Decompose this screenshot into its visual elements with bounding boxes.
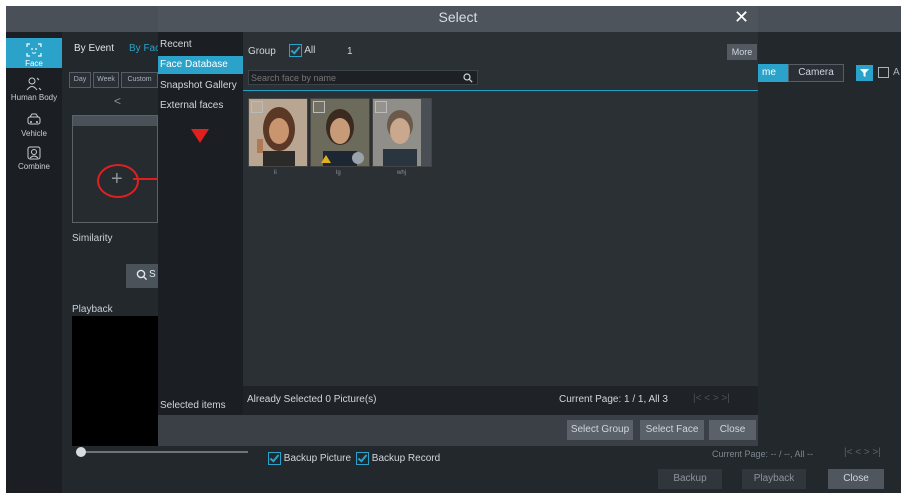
face-database-content: Group All 1 More Search face by name li …	[243, 32, 758, 386]
face-checkbox[interactable]	[251, 101, 263, 113]
group-label: Group	[248, 46, 276, 57]
group-count: 1	[347, 46, 353, 57]
pagination-icons[interactable]: |< < > >|	[693, 393, 730, 404]
selection-status-bar: Already Selected 0 Picture(s) Current Pa…	[243, 386, 758, 415]
backup-picture-label: Backup Picture	[283, 453, 352, 465]
timeline-slider[interactable]	[76, 451, 248, 453]
bottom-page-status: Current Page: -- / --, All --	[712, 449, 814, 459]
face-search-box[interactable]	[248, 70, 478, 85]
search-icon[interactable]	[463, 73, 473, 83]
group-all-label: All	[304, 45, 316, 57]
nav-label: Human Body	[10, 93, 58, 102]
tab-by-face[interactable]: By Fac	[129, 43, 160, 54]
app-window: Face Human Body Vehicle Combine By Event…	[6, 6, 901, 493]
backup-record-checkbox[interactable]	[356, 452, 369, 465]
source-item-face-database[interactable]: Face Database	[158, 56, 243, 74]
close-button[interactable]: Close	[828, 469, 884, 489]
face-search-input[interactable]	[251, 71, 456, 84]
source-item-recent[interactable]: Recent	[158, 36, 243, 54]
select-face-button[interactable]: Select Face	[640, 420, 704, 440]
face-icon	[26, 43, 42, 57]
range-day-button[interactable]: Day	[69, 72, 91, 88]
playback-label: Playback	[72, 304, 113, 315]
dialog-close-icon[interactable]: ✕	[734, 6, 749, 28]
nav-item-vehicle[interactable]: Vehicle	[6, 112, 62, 142]
divider	[243, 90, 758, 91]
add-icon[interactable]: +	[111, 168, 123, 191]
dialog-title: Select	[438, 9, 478, 25]
face-name: whj	[397, 170, 407, 176]
bottom-pagination-icons[interactable]: |< < > >|	[844, 447, 881, 458]
nav-item-face[interactable]: Face	[6, 38, 62, 68]
backup-record-label: Backup Record	[371, 453, 441, 465]
dialog-title-bar: Select	[158, 6, 758, 32]
face-card[interactable]	[372, 98, 432, 167]
range-custom-button[interactable]: Custom	[121, 72, 158, 88]
search-button[interactable]: S	[126, 264, 158, 288]
source-item-snapshot-gallery[interactable]: Snapshot Gallery	[158, 77, 243, 95]
face-checkbox[interactable]	[375, 101, 387, 113]
playback-button[interactable]: Playback	[742, 469, 806, 489]
source-item-external-faces[interactable]: External faces	[158, 97, 243, 115]
already-selected-text: Already Selected 0 Picture(s)	[247, 394, 377, 405]
previous-arrow-icon[interactable]: <	[114, 94, 121, 108]
selected-items-label: Selected items	[160, 400, 226, 411]
backup-button[interactable]: Backup	[658, 469, 722, 489]
face-card[interactable]	[248, 98, 308, 167]
select-group-button[interactable]: Select Group	[567, 420, 633, 440]
similarity-label: Similarity	[72, 233, 113, 244]
nav-item-human-body[interactable]: Human Body	[6, 76, 62, 106]
nav-label: Combine	[17, 162, 50, 171]
range-week-button[interactable]: Week	[93, 72, 119, 88]
group-all-option[interactable]: All	[289, 44, 315, 57]
filter-button[interactable]	[856, 65, 873, 81]
filter-icon	[860, 69, 869, 77]
timeline-handle[interactable]	[76, 447, 86, 457]
select-dialog: Select ✕ Recent Face Database Snapshot G…	[158, 6, 758, 446]
face-card[interactable]	[310, 98, 370, 167]
nav-label: Vehicle	[21, 129, 47, 138]
face-name: lg	[336, 170, 341, 176]
nav-label: Face	[25, 59, 43, 68]
select-all-label: A	[893, 67, 900, 78]
face-checkbox[interactable]	[313, 101, 325, 113]
vehicle-icon	[27, 113, 41, 125]
filter-tab-name[interactable]: me	[758, 64, 788, 82]
face-image-slot[interactable]: +	[72, 115, 163, 223]
select-all-checkbox[interactable]	[878, 67, 889, 78]
backup-record-option[interactable]: Backup Record	[356, 452, 440, 465]
current-page-text: Current Page: 1 / 1, All 3	[559, 394, 668, 405]
face-name: li	[274, 170, 277, 176]
playback-video[interactable]	[72, 316, 158, 446]
backup-picture-checkbox[interactable]	[268, 452, 281, 465]
annotation-arrow-icon	[191, 129, 209, 143]
group-all-checkbox[interactable]	[289, 44, 302, 57]
filter-tab-camera[interactable]: Camera	[788, 64, 844, 82]
more-button[interactable]: More	[727, 44, 757, 60]
source-list: Recent Face Database Snapshot Gallery Ex…	[158, 32, 243, 415]
left-nav: Face Human Body Vehicle Combine	[6, 32, 62, 493]
tab-by-event[interactable]: By Event	[74, 43, 114, 54]
search-icon	[136, 269, 148, 281]
dialog-close-button[interactable]: Close	[709, 420, 756, 440]
nav-item-combine[interactable]: Combine	[6, 145, 62, 175]
dialog-footer: Select Group Select Face Close	[158, 415, 758, 446]
backup-picture-option[interactable]: Backup Picture	[268, 452, 351, 465]
search-button-label: S	[149, 269, 156, 280]
combine-icon	[27, 146, 41, 160]
human-body-icon	[26, 77, 42, 91]
